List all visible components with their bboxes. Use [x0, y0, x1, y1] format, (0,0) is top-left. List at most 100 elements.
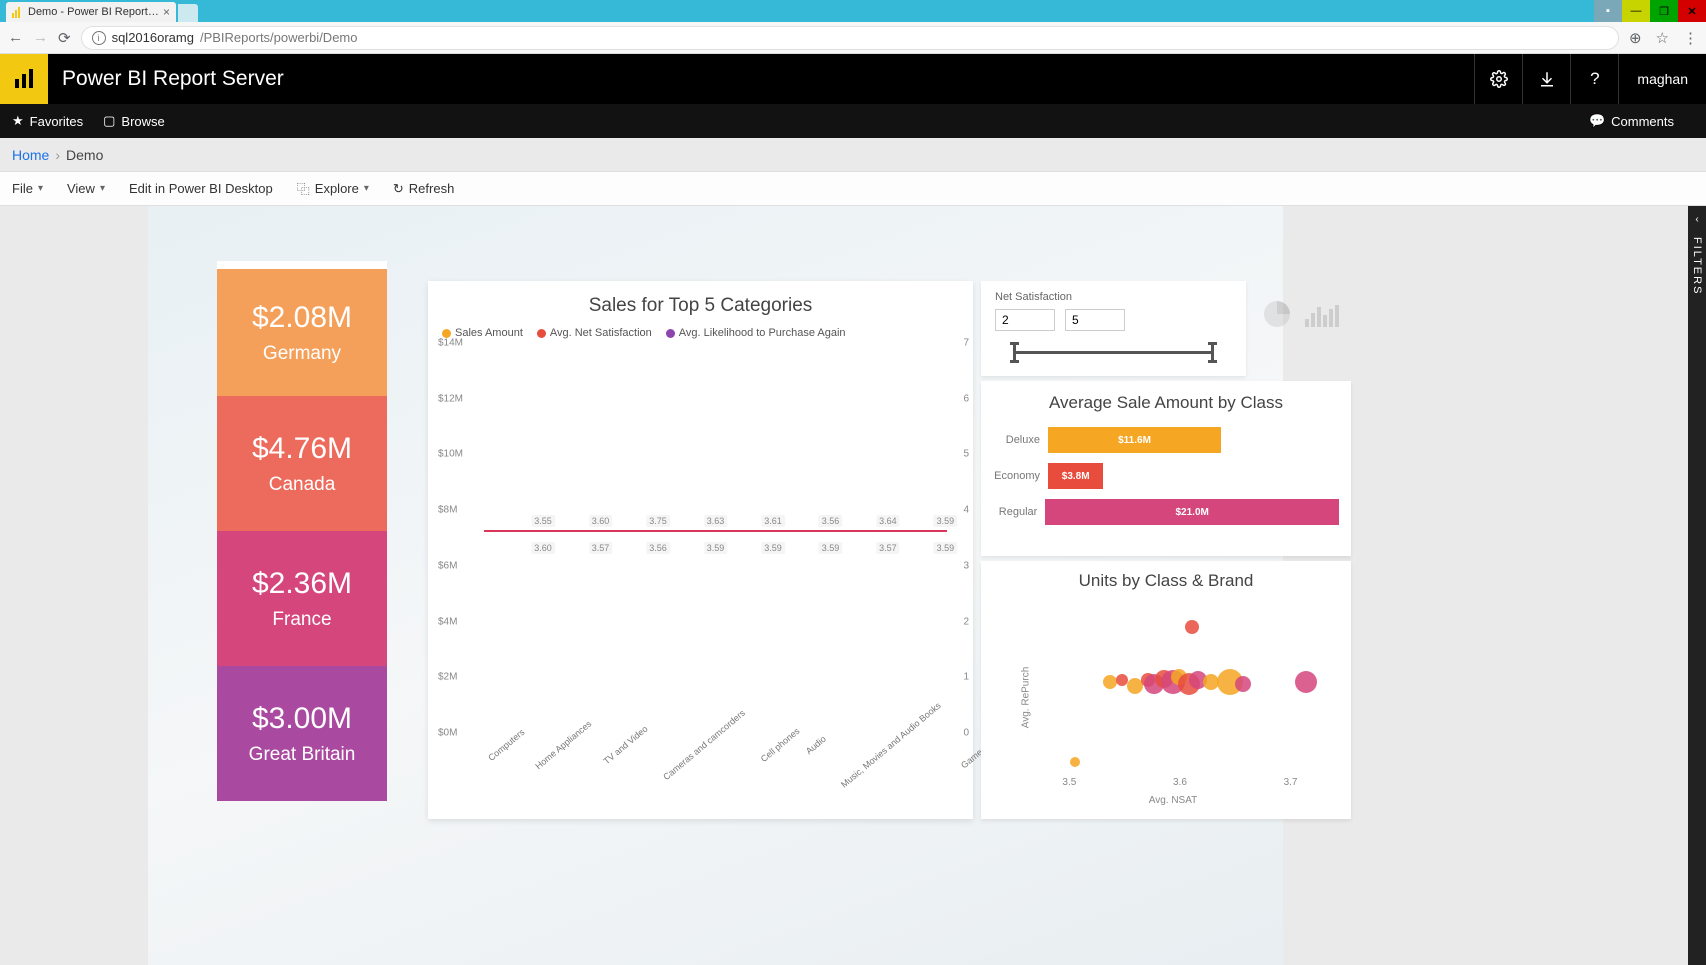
- class-bar[interactable]: $3.8M: [1048, 463, 1103, 489]
- bookmark-icon[interactable]: ☆: [1656, 29, 1669, 47]
- close-tab-icon[interactable]: ×: [163, 5, 170, 19]
- x-tick: 3.7: [1284, 777, 1298, 788]
- data-label: 3.63: [704, 515, 728, 527]
- filters-label: FILTERS: [1691, 237, 1703, 295]
- data-label: 3.59: [704, 542, 728, 554]
- class-label: Regular: [993, 506, 1045, 518]
- breadcrumb-home[interactable]: Home: [12, 147, 49, 163]
- data-label: 3.57: [876, 542, 900, 554]
- units-by-class-brand-chart[interactable]: Units by Class & Brand Avg. RePurch Avg.…: [981, 561, 1351, 819]
- user-menu[interactable]: maghan: [1618, 54, 1706, 104]
- scatter-x-label: Avg. NSAT: [1149, 795, 1198, 806]
- url-field[interactable]: i sql2016oramg/PBIReports/powerbi/Demo: [81, 26, 1619, 50]
- kpi-label: Canada: [269, 474, 336, 496]
- line-series: [484, 530, 947, 532]
- kpi-value: $2.08M: [252, 301, 352, 335]
- sales-top5-chart[interactable]: Sales for Top 5 Categories Sales AmountA…: [428, 281, 973, 819]
- report-canvas: $2.08MGermany$4.76MCanada$2.36MFrance$3.…: [148, 206, 1283, 965]
- scatter-point[interactable]: [1295, 671, 1317, 693]
- x-tick: 3.6: [1173, 777, 1187, 788]
- help-button[interactable]: ?: [1570, 54, 1618, 104]
- browser-tab[interactable]: Demo - Power BI Report… ×: [6, 2, 176, 22]
- scatter-point[interactable]: [1103, 675, 1117, 689]
- y-tick: $2M: [438, 672, 457, 683]
- new-tab-button[interactable]: [178, 4, 198, 22]
- close-window-button[interactable]: ✕: [1678, 0, 1706, 22]
- breadcrumb: Home › Demo: [0, 138, 1706, 172]
- slicer-min-input[interactable]: [995, 309, 1055, 331]
- kpi-card[interactable]: $3.00MGreat Britain: [217, 666, 387, 801]
- back-button[interactable]: ←: [8, 29, 23, 46]
- y2-tick: 0: [963, 728, 969, 739]
- menu-icon[interactable]: ⋮: [1683, 29, 1698, 47]
- net-satisfaction-slicer[interactable]: Net Satisfaction: [981, 281, 1246, 376]
- settings-button[interactable]: [1474, 54, 1522, 104]
- reload-button[interactable]: ⟳: [58, 29, 71, 47]
- chart-legend: Sales AmountAvg. Net SatisfactionAvg. Li…: [428, 323, 973, 343]
- avg-sale-by-class-chart[interactable]: Average Sale Amount by Class Deluxe$11.6…: [981, 381, 1351, 556]
- kpi-card[interactable]: $4.76MCanada: [217, 396, 387, 531]
- comments-nav[interactable]: 💬Comments: [1589, 113, 1674, 129]
- y-tick: $10M: [438, 449, 463, 460]
- filters-panel-toggle[interactable]: ‹ FILTERS: [1688, 206, 1706, 965]
- legend-item: Avg. Likelihood to Purchase Again: [666, 327, 846, 339]
- slider-handle-max[interactable]: [1211, 345, 1214, 360]
- y2-tick: 2: [963, 616, 969, 627]
- legend-swatch: [537, 329, 546, 338]
- data-label: 3.75: [646, 515, 670, 527]
- download-button[interactable]: [1522, 54, 1570, 104]
- maximize-button[interactable]: ❐: [1650, 0, 1678, 22]
- edit-desktop-button[interactable]: Edit in Power BI Desktop: [129, 181, 273, 196]
- class-bar[interactable]: $11.6M: [1048, 427, 1221, 453]
- explore-menu[interactable]: ⿻Explore: [297, 179, 369, 198]
- window-buttons: ▪ — ❐ ✕: [1594, 0, 1706, 22]
- slicer-title: Net Satisfaction: [995, 291, 1232, 303]
- y-tick: $12M: [438, 393, 463, 404]
- slicer-slider[interactable]: [995, 343, 1232, 363]
- file-menu[interactable]: File: [12, 181, 43, 196]
- browse-icon: ▢: [103, 113, 115, 129]
- bar-value-label: $4.2M: [681, 711, 691, 736]
- bars-icon: [1305, 301, 1339, 327]
- window-titlebar: Demo - Power BI Report… × ▪ — ❐ ✕: [0, 0, 1706, 22]
- y-tick: $6M: [438, 560, 457, 571]
- data-label: 3.59: [761, 542, 785, 554]
- class-bar[interactable]: $21.0M: [1045, 499, 1339, 525]
- tab-strip: Demo - Power BI Report… ×: [0, 0, 198, 22]
- kpi-value: $3.00M: [252, 702, 352, 736]
- chart-title: Sales for Top 5 Categories: [428, 281, 973, 323]
- scatter-point[interactable]: [1070, 757, 1080, 767]
- url-host: sql2016oramg: [112, 30, 194, 45]
- legend-swatch: [666, 329, 675, 338]
- view-menu[interactable]: View: [67, 181, 105, 196]
- y2-tick: 3: [963, 560, 969, 571]
- site-info-icon[interactable]: i: [92, 31, 106, 45]
- breadcrumb-current: Demo: [66, 147, 103, 163]
- y2-tick: 5: [963, 449, 969, 460]
- chevron-right-icon: ›: [55, 147, 60, 163]
- x-tick: 3.5: [1062, 777, 1076, 788]
- data-label: 3.56: [646, 542, 670, 554]
- kpi-value: $2.36M: [252, 567, 352, 601]
- class-row: Economy$3.8M: [993, 463, 1339, 489]
- y-tick: $8M: [438, 505, 457, 516]
- scatter-point[interactable]: [1185, 620, 1199, 634]
- user-icon[interactable]: ▪: [1594, 0, 1622, 22]
- zoom-icon[interactable]: ⊕: [1629, 29, 1642, 47]
- refresh-button[interactable]: ↻Refresh: [393, 181, 454, 197]
- y-tick: $14M: [438, 338, 463, 349]
- report-area: ‹ FILTERS $2.08MGermany$4.76MCanada$2.36…: [0, 206, 1706, 965]
- browse-nav[interactable]: ▢Browse: [103, 113, 165, 129]
- kpi-card[interactable]: $2.08M Germany: [217, 261, 387, 396]
- slicer-max-input[interactable]: [1065, 309, 1125, 331]
- chart-x-labels: ComputersHome AppliancesTV and VideoCame…: [476, 735, 955, 785]
- slider-handle-min[interactable]: [1013, 345, 1016, 360]
- powerbi-logo[interactable]: [0, 54, 48, 104]
- scatter-point[interactable]: [1235, 676, 1251, 692]
- kpi-column: $2.08MGermany$4.76MCanada$2.36MFrance$3.…: [217, 261, 387, 801]
- kpi-label: Germany: [263, 343, 341, 365]
- url-path: /PBIReports/powerbi/Demo: [200, 30, 358, 45]
- kpi-card[interactable]: $2.36MFrance: [217, 531, 387, 666]
- minimize-button[interactable]: —: [1622, 0, 1650, 22]
- favorites-nav[interactable]: ★Favorites: [12, 113, 83, 129]
